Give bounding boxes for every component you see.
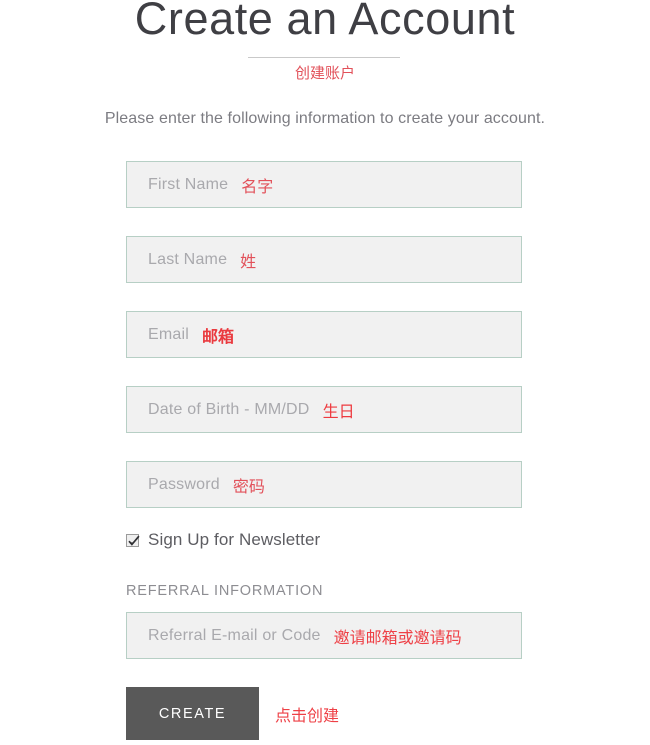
newsletter-checkbox[interactable] [126,533,140,547]
first-name-annotation-cn: 名字 [241,178,274,196]
password-field[interactable]: Password 密码 [126,461,522,508]
password-annotation-cn: 密码 [232,478,265,496]
checkmark-icon [128,535,140,546]
date-of-birth-placeholder: Date of Birth - MM/DD [148,400,310,418]
last-name-placeholder: Last Name [148,250,228,268]
create-button-annotation-cn: 点击创建 [275,707,340,725]
last-name-annotation-cn: 姓 [240,253,257,271]
date-of-birth-annotation-cn: 生日 [322,403,355,421]
create-button[interactable]: CREATE [126,687,259,740]
email-annotation-cn: 邮箱 [202,328,235,346]
referral-code-placeholder: Referral E-mail or Code [148,626,321,644]
referral-section-heading: REFERRAL INFORMATION [126,583,324,599]
first-name-field[interactable]: First Name 名字 [126,161,522,208]
password-placeholder: Password [148,475,220,493]
referral-code-annotation-cn: 邀请邮箱或邀请码 [333,629,462,647]
title-divider [248,57,400,58]
first-name-placeholder: First Name [148,175,229,193]
referral-section: Referral E-mail or Code 邀请邮箱或邀请码 [126,612,522,659]
referral-code-field[interactable]: Referral E-mail or Code 邀请邮箱或邀请码 [126,612,522,659]
email-field[interactable]: Email 邮箱 [126,311,522,358]
date-of-birth-field[interactable]: Date of Birth - MM/DD 生日 [126,386,522,433]
last-name-field[interactable]: Last Name 姓 [126,236,522,283]
create-account-page: Create an Account 创建账户 Please enter the … [0,0,650,745]
email-placeholder: Email [148,325,190,343]
page-title-annotation-cn: 创建账户 [294,65,355,82]
newsletter-label: Sign Up for Newsletter [148,530,321,549]
registration-form: First Name 名字 Last Name 姓 Email 邮箱 Date … [126,161,522,536]
page-subtitle: Please enter the following information t… [104,110,546,127]
newsletter-checkbox-row[interactable]: Sign Up for Newsletter [126,530,320,550]
submit-row: CREATE 点击创建 [126,687,339,740]
page-title: Create an Account [134,0,516,44]
